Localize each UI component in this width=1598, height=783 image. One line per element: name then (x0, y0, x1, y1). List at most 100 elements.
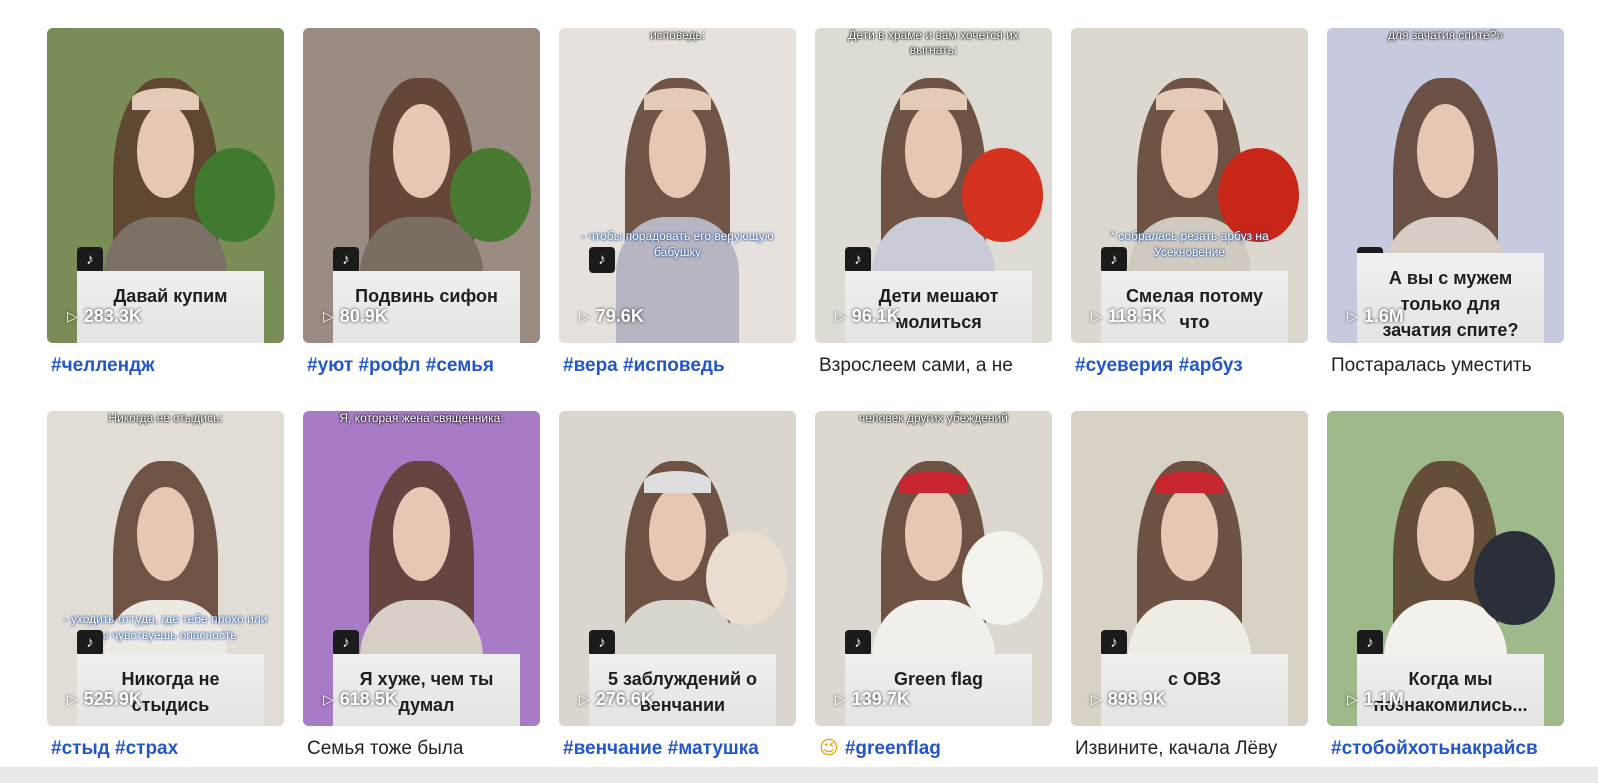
video-description-text[interactable]: Постаралась уместить (1331, 355, 1532, 376)
thumbnail-headband (1156, 87, 1223, 110)
view-count: ▷ 79.6K (579, 306, 644, 327)
video-description-text[interactable]: #суеверия #арбуз (1075, 355, 1243, 376)
tiktok-icon: ♪ (589, 630, 615, 656)
thumbnail-figure-face (1161, 103, 1218, 199)
thumbnail-figure-face (905, 486, 962, 582)
video-card[interactable]: Дети в храме и вам хочется их выгнать: ♪ Д… (815, 28, 1052, 411)
view-count-value: 139.7K (851, 689, 910, 709)
video-card[interactable]: ♪ Давай купим ▷ 283.3K #челлендж (47, 28, 284, 411)
video-description[interactable]: 😉 #greenflag (815, 738, 1052, 760)
video-description[interactable]: #уют #рофл #семья (303, 355, 540, 377)
thumbnail-figure-face (137, 103, 194, 199)
video-card[interactable]: исповедь: - чтобы порадовать его верующую… (559, 28, 796, 411)
tiktok-icon: ♪ (333, 247, 359, 273)
view-count-value: 618.5K (339, 689, 398, 709)
video-description[interactable]: Постаралась уместить (1327, 355, 1564, 377)
video-description[interactable]: #челлендж (47, 355, 284, 377)
video-description-text[interactable]: #уют #рофл #семья (307, 355, 494, 376)
video-card[interactable]: человек других убеждений ♪ Green flag ▷ 139.… (815, 411, 1052, 760)
video-description[interactable]: #стыд #страх (47, 738, 284, 760)
view-count-value: 898.9K (1107, 689, 1166, 709)
play-icon: ▷ (579, 308, 590, 324)
video-thumbnail[interactable]: ♪ Подвинь сифон ▷ 80.9K (303, 28, 540, 343)
video-card[interactable]: для зачатия спите?»♪А вы с мужем только … (1327, 28, 1564, 411)
video-description-text[interactable]: Семья тоже была (307, 738, 463, 759)
video-card[interactable]: Никогда не стыдись: - уходить оттуда, где… (47, 411, 284, 760)
video-thumbnail[interactable]: человек других убеждений ♪ Green flag ▷ 139.… (815, 411, 1052, 726)
view-count-value: 1.6M (1363, 306, 1404, 326)
thumbnail-headband (900, 470, 967, 493)
tiktok-icon: ♪ (1101, 247, 1127, 273)
thumbnail-prop (193, 147, 275, 243)
video-card[interactable]: ♪ Подвинь сифон ▷ 80.9K #уют #рофл #семья (303, 28, 540, 411)
video-thumbnail[interactable]: Я, которая жена священника: ♪ Я хуже, чем … (303, 411, 540, 726)
video-description-text[interactable]: #greenflag (845, 738, 941, 759)
overlay-top-text: человек других убеждений (859, 411, 1008, 425)
video-thumbnail[interactable]: ♪ Давай купим ▷ 283.3K (47, 28, 284, 343)
video-description[interactable]: #венчание #матушка (559, 738, 796, 760)
thumbnail-figure-face (1417, 486, 1474, 582)
video-card[interactable]: ♪ Когда мы познакомились... ▷ 1.1M #стобойхо… (1327, 411, 1564, 760)
tiktok-icon: ♪ (77, 247, 103, 273)
overlay-top-text: Дети в храме и вам хочется их выгнать: (848, 28, 1019, 57)
thumbnail-figure-face (393, 486, 450, 582)
video-thumbnail[interactable]: ♪ 5 заблуждений о венчании ▷ 276.6K (559, 411, 796, 726)
overlay-top-text: исповедь: (649, 28, 706, 42)
video-thumbnail[interactable]: исповедь: - чтобы порадовать его верующую… (559, 28, 796, 343)
thumbnail-figure-face (649, 486, 706, 582)
thumbnail-headband (644, 470, 711, 493)
video-description[interactable]: Взрослеем сами, а не (815, 355, 1052, 377)
overlay-top-text: для зачатия спите?» (1387, 28, 1504, 42)
view-count: ▷ 96.1K (835, 306, 900, 327)
view-count: ▷ 276.6K (579, 689, 654, 710)
video-card[interactable]: * собралась резать арбуз на Усекновение ♪… (1071, 28, 1308, 411)
video-description-text[interactable]: #венчание #матушка (563, 738, 759, 759)
view-count-value: 118.5K (1107, 306, 1165, 326)
video-thumbnail[interactable]: Дети в храме и вам хочется их выгнать: ♪ Д… (815, 28, 1052, 343)
video-description-text[interactable]: #челлендж (51, 355, 155, 376)
video-thumbnail[interactable]: ♪ Когда мы познакомились... ▷ 1.1M (1327, 411, 1564, 726)
video-description-text[interactable]: #стыд #страх (51, 738, 178, 759)
view-count-value: 283.3K (83, 306, 142, 326)
thumbnail-figure-face (905, 103, 962, 199)
thumbnail-figure-face (137, 486, 194, 582)
thumbnail-figure-face (1161, 486, 1218, 582)
play-icon: ▷ (1347, 691, 1358, 707)
play-icon: ▷ (1347, 308, 1358, 324)
play-icon: ▷ (579, 691, 590, 707)
view-count-value: 80.9K (339, 306, 388, 326)
video-description[interactable]: #суеверия #арбуз (1071, 355, 1308, 377)
view-count-value: 1.1M (1363, 689, 1404, 709)
video-description[interactable]: Семья тоже была (303, 738, 540, 760)
video-description-text[interactable]: #вера #исповедь (563, 355, 725, 376)
thumbnail-prop (449, 147, 531, 243)
video-card[interactable]: ♪ с ОВЗ ▷ 898.9K Извините, качала Лёву (1071, 411, 1308, 760)
thumbnail-prop (705, 530, 787, 626)
video-description[interactable]: #стобойхотьнакрайсв (1327, 738, 1564, 760)
thumbnail-figure-face (1417, 103, 1474, 199)
view-count: ▷ 618.5K (323, 689, 398, 710)
video-description-text[interactable]: Взрослеем сами, а не (819, 355, 1013, 376)
view-count: ▷ 118.5K (1091, 306, 1165, 327)
play-icon: ▷ (835, 691, 846, 707)
video-card[interactable]: ♪ 5 заблуждений о венчании ▷ 276.6K #венчани… (559, 411, 796, 760)
video-description[interactable]: Извините, качала Лёву (1071, 738, 1308, 760)
view-count: ▷ 283.3K (67, 306, 142, 327)
bottom-strip (0, 767, 1598, 783)
play-icon: ▷ (835, 308, 846, 324)
view-count: ▷ 80.9K (323, 306, 388, 327)
video-thumbnail[interactable]: * собралась резать арбуз на Усекновение ♪… (1071, 28, 1308, 343)
play-icon: ▷ (323, 308, 334, 324)
video-thumbnail[interactable]: для зачатия спите?»♪А вы с мужем только … (1327, 28, 1564, 343)
video-card[interactable]: Я, которая жена священника: ♪ Я хуже, чем … (303, 411, 540, 760)
overlay-top-text: Никогда не стыдись: (108, 411, 223, 425)
video-description-text[interactable]: #стобойхотьнакрайсв (1331, 738, 1538, 759)
video-description-text[interactable]: Извините, качала Лёву (1075, 738, 1277, 759)
tiktok-icon: ♪ (845, 630, 871, 656)
video-thumbnail[interactable]: Никогда не стыдись: - уходить оттуда, где… (47, 411, 284, 726)
thumbnail-prop (961, 530, 1043, 626)
video-thumbnail[interactable]: ♪ с ОВЗ ▷ 898.9K (1071, 411, 1308, 726)
play-icon: ▷ (67, 691, 78, 707)
video-description[interactable]: #вера #исповедь (559, 355, 796, 377)
thumbnail-prop (961, 147, 1043, 243)
